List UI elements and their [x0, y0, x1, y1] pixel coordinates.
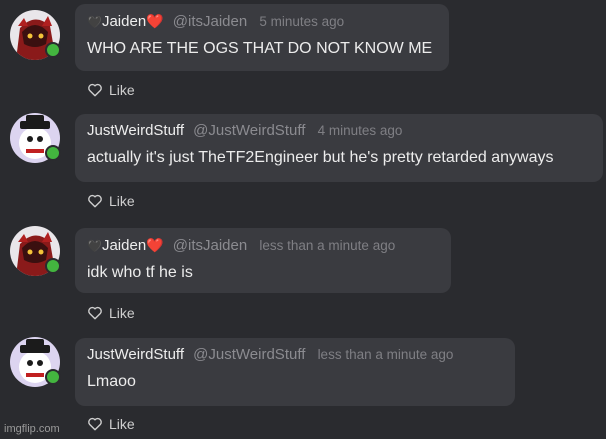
user-handle[interactable]: @JustWeirdStuff: [193, 346, 305, 363]
like-button[interactable]: Like: [87, 416, 135, 432]
timestamp: less than a minute ago: [259, 238, 396, 253]
avatar[interactable]: [10, 10, 61, 60]
username[interactable]: Jaiden: [102, 237, 146, 254]
heart-icon: [88, 194, 102, 208]
heart-icon: [88, 306, 102, 320]
avatar[interactable]: [10, 226, 61, 276]
message-header: 🖤Jaiden❤️ @itsJaiden 5 minutes ago: [87, 11, 437, 32]
like-label: Like: [109, 82, 135, 98]
username[interactable]: JustWeirdStuff: [87, 122, 184, 139]
online-status-indicator: [45, 42, 61, 58]
username[interactable]: JustWeirdStuff: [87, 346, 184, 363]
user-handle[interactable]: @JustWeirdStuff: [193, 122, 305, 139]
name-suffix-heart-icon: ❤️: [146, 13, 164, 29]
user-handle[interactable]: @itsJaiden: [173, 13, 247, 30]
message-bubble: 🖤Jaiden❤️ @itsJaiden 5 minutes ago WHO A…: [75, 4, 449, 71]
like-label: Like: [109, 416, 135, 432]
name-suffix-heart-icon: ❤️: [146, 237, 164, 253]
heart-icon: [88, 83, 102, 97]
online-status-indicator: [45, 369, 61, 385]
timestamp: 4 minutes ago: [317, 123, 403, 138]
message-header: JustWeirdStuff @JustWeirdStuff 4 minutes…: [87, 121, 591, 141]
message-text: Lmaoo: [87, 373, 136, 390]
like-label: Like: [109, 305, 135, 321]
message-header: 🖤Jaiden❤️ @itsJaiden less than a minute …: [87, 235, 439, 256]
watermark: imgflip.com: [4, 423, 60, 435]
message-bubble: JustWeirdStuff @JustWeirdStuff 4 minutes…: [75, 114, 603, 182]
message-header: JustWeirdStuff @JustWeirdStuff less than…: [87, 345, 503, 365]
message-bubble: JustWeirdStuff @JustWeirdStuff less than…: [75, 338, 515, 406]
user-handle[interactable]: @itsJaiden: [173, 237, 247, 254]
message-bubble: 🖤Jaiden❤️ @itsJaiden less than a minute …: [75, 228, 451, 293]
message-text: actually it's just TheTF2Engineer but he…: [87, 149, 554, 166]
timestamp: less than a minute ago: [317, 347, 454, 362]
username[interactable]: Jaiden: [102, 13, 146, 30]
name-prefix-heart-icon: 🖤: [87, 239, 102, 253]
avatar[interactable]: [10, 113, 61, 163]
name-prefix-heart-icon: 🖤: [87, 15, 102, 29]
like-button[interactable]: Like: [87, 82, 135, 98]
like-button[interactable]: Like: [87, 193, 135, 209]
like-button[interactable]: Like: [87, 305, 135, 321]
avatar[interactable]: [10, 337, 61, 387]
online-status-indicator: [45, 258, 61, 274]
message-text: WHO ARE THE OGS THAT DO NOT KNOW ME: [87, 40, 433, 57]
message-text: idk who tf he is: [87, 264, 193, 281]
like-label: Like: [109, 193, 135, 209]
online-status-indicator: [45, 145, 61, 161]
timestamp: 5 minutes ago: [259, 14, 345, 29]
heart-icon: [88, 417, 102, 431]
